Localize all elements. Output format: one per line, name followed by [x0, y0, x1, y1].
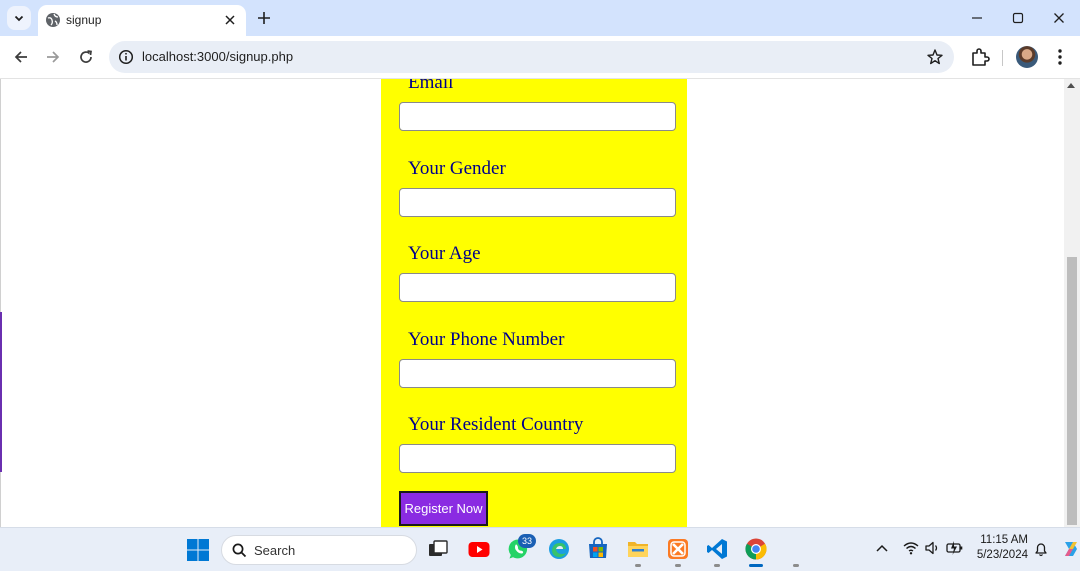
- country-label: Your Resident Country: [408, 414, 584, 435]
- battery-icon[interactable]: [946, 540, 964, 556]
- taskbar-search[interactable]: Search: [221, 535, 417, 565]
- email-label: Email: [408, 79, 454, 93]
- close-icon: [1054, 13, 1064, 23]
- email-input[interactable]: [399, 102, 676, 131]
- forward-button[interactable]: [42, 46, 64, 68]
- window-edge-accent: [0, 312, 2, 472]
- file-explorer-icon[interactable]: [626, 537, 650, 561]
- close-icon: [225, 15, 235, 25]
- arrow-left-icon: [14, 51, 27, 63]
- running-indicator: [714, 564, 720, 567]
- search-icon: [232, 543, 247, 558]
- tray-time: 11:15 AM: [980, 534, 1028, 546]
- tray-clock[interactable]: 11:15 AM 5/23/2024: [970, 533, 1028, 563]
- browser-toolbar: localhost:3000/signup.php: [0, 36, 1080, 79]
- xampp-icon[interactable]: [666, 537, 690, 561]
- plus-icon: [258, 12, 270, 24]
- star-icon[interactable]: [926, 48, 944, 66]
- wifi-icon[interactable]: [903, 541, 919, 555]
- extensions-icon[interactable]: [969, 46, 991, 68]
- phone-input[interactable]: [399, 359, 676, 388]
- whatsapp-unread-badge: 33: [518, 534, 536, 548]
- copilot-icon[interactable]: [1061, 539, 1080, 559]
- maximize-icon: [1012, 12, 1024, 24]
- age-input[interactable]: [399, 273, 676, 302]
- taskbar-search-placeholder: Search: [254, 543, 296, 558]
- tab-signup[interactable]: signup: [38, 5, 246, 36]
- running-indicator: [635, 564, 641, 567]
- tab-search-button[interactable]: [7, 6, 31, 30]
- maximize-button[interactable]: [1007, 8, 1029, 28]
- chevron-down-icon: [14, 15, 24, 22]
- chevron-up-icon[interactable]: [876, 544, 888, 552]
- chrome-icon[interactable]: [744, 537, 768, 561]
- running-indicator: [793, 564, 799, 567]
- register-button[interactable]: Register Now: [399, 491, 488, 526]
- vscode-icon[interactable]: [705, 537, 729, 561]
- scroll-thumb[interactable]: [1067, 257, 1077, 525]
- globe-icon: [46, 13, 60, 27]
- tab-title: signup: [66, 13, 102, 27]
- minimize-icon: [972, 17, 982, 19]
- volume-icon[interactable]: [925, 541, 940, 555]
- new-tab-button[interactable]: [255, 9, 273, 27]
- reload-button[interactable]: [75, 46, 97, 68]
- chrome-menu-button[interactable]: [1050, 46, 1070, 68]
- country-input[interactable]: [399, 444, 676, 473]
- toolbar-divider: [1002, 50, 1003, 66]
- task-view-icon[interactable]: [426, 537, 450, 561]
- page-viewport: Email Your Gender Your Age Your Phone Nu…: [0, 79, 1065, 527]
- address-bar[interactable]: localhost:3000/signup.php: [109, 41, 954, 73]
- windows-taskbar: Search 33 11:15 AM 5/23/2024: [0, 527, 1080, 571]
- tab-close-button[interactable]: [222, 12, 238, 28]
- url-text[interactable]: localhost:3000/signup.php: [142, 49, 293, 64]
- notification-bell-icon[interactable]: [1034, 541, 1048, 557]
- profile-avatar[interactable]: [1016, 46, 1038, 68]
- info-icon[interactable]: [118, 49, 134, 65]
- tab-strip: signup: [0, 0, 1080, 36]
- signup-form: Email Your Gender Your Age Your Phone Nu…: [381, 79, 687, 527]
- active-app-indicator: [749, 564, 763, 567]
- more-vertical-icon: [1058, 49, 1062, 65]
- minimize-button[interactable]: [966, 8, 988, 28]
- tray-date: 5/23/2024: [976, 549, 1028, 561]
- back-button[interactable]: [10, 46, 32, 68]
- close-window-button[interactable]: [1048, 8, 1070, 28]
- page-scrollbar[interactable]: [1064, 79, 1080, 527]
- gender-label: Your Gender: [408, 158, 506, 179]
- running-indicator: [675, 564, 681, 567]
- start-icon[interactable]: [186, 538, 210, 562]
- phone-label: Your Phone Number: [408, 329, 565, 350]
- gender-input[interactable]: [399, 188, 676, 217]
- reload-icon: [80, 50, 92, 63]
- age-label: Your Age: [408, 243, 481, 264]
- store-icon[interactable]: [586, 537, 610, 561]
- youtube-icon[interactable]: [467, 537, 491, 561]
- edge-icon[interactable]: [547, 537, 571, 561]
- scroll-up-arrow-icon[interactable]: [1067, 83, 1075, 88]
- arrow-right-icon: [47, 51, 60, 63]
